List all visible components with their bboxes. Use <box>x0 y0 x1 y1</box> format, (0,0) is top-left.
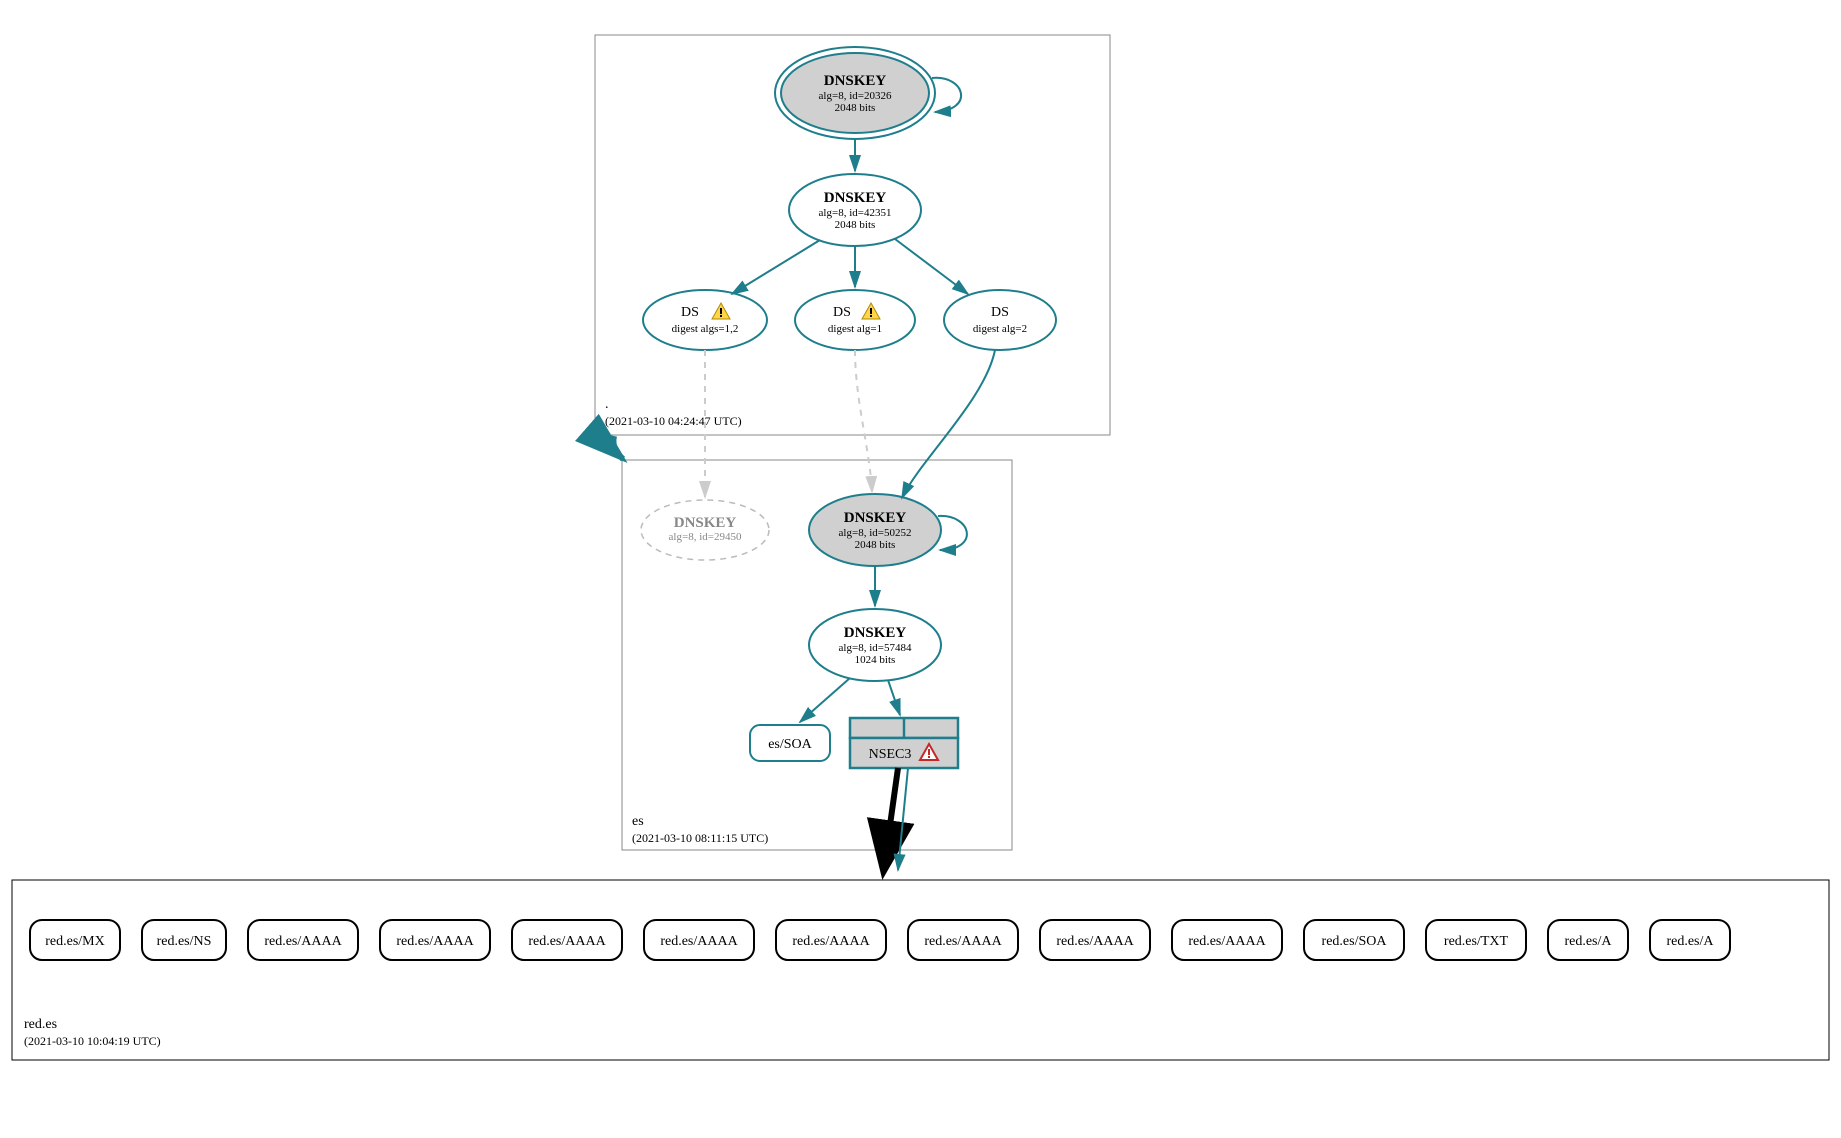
rrset-node[interactable]: red.es/AAAA <box>908 920 1018 960</box>
edge-nsec3-redes-teal <box>898 768 908 870</box>
edge-self-root-ksk <box>932 78 961 112</box>
node-es-zsk[interactable]: DNSKEY alg=8, id=57484 1024 bits <box>809 609 941 681</box>
edge-root-to-es-zone <box>613 436 623 459</box>
svg-text:red.es/AAAA: red.es/AAAA <box>792 934 870 949</box>
svg-text:DNSKEY: DNSKEY <box>844 510 907 526</box>
rrset-node[interactable]: red.es/A <box>1650 920 1730 960</box>
svg-text:red.es/AAAA: red.es/AAAA <box>528 934 606 949</box>
node-root-zsk[interactable]: DNSKEY alg=8, id=42351 2048 bits <box>789 174 921 246</box>
rrset-node[interactable]: red.es/AAAA <box>248 920 358 960</box>
zone-redes: red.es (2021-03-10 10:04:19 UTC) red.es/… <box>12 880 1829 1060</box>
rrset-node[interactable]: red.es/A <box>1548 920 1628 960</box>
svg-text:DS: DS <box>681 305 699 320</box>
edge-zsk-ds3 <box>895 239 968 294</box>
svg-text:digest algs=1,2: digest algs=1,2 <box>672 323 739 335</box>
rrset-node[interactable]: red.es/SOA <box>1304 920 1404 960</box>
zone-redes-name: red.es <box>24 1017 57 1032</box>
node-root-ksk[interactable]: DNSKEY alg=8, id=20326 2048 bits <box>775 47 935 139</box>
svg-text:red.es/AAAA: red.es/AAAA <box>264 934 342 949</box>
svg-text:red.es/NS: red.es/NS <box>157 934 212 949</box>
node-ds1[interactable]: DS digest algs=1,2 <box>643 290 767 350</box>
node-es-ksk[interactable]: DNSKEY alg=8, id=50252 2048 bits <box>809 494 941 566</box>
svg-text:red.es/TXT: red.es/TXT <box>1444 934 1509 949</box>
svg-text:digest alg=1: digest alg=1 <box>828 323 882 335</box>
svg-text:DNSKEY: DNSKEY <box>674 515 737 531</box>
svg-text:alg=8, id=42351: alg=8, id=42351 <box>819 207 892 219</box>
rrset-node[interactable]: red.es/AAAA <box>776 920 886 960</box>
svg-text:alg=8, id=20326: alg=8, id=20326 <box>819 90 892 102</box>
rrset-node[interactable]: red.es/TXT <box>1426 920 1526 960</box>
svg-text:alg=8, id=29450: alg=8, id=29450 <box>669 531 742 543</box>
edge-nsec3-redes-black <box>884 768 898 868</box>
svg-text:digest alg=2: digest alg=2 <box>973 323 1027 335</box>
rrset-node[interactable]: red.es/AAAA <box>380 920 490 960</box>
svg-text:red.es/A: red.es/A <box>1564 934 1612 949</box>
svg-text:red.es/AAAA: red.es/AAAA <box>1056 934 1134 949</box>
svg-text:DNSKEY: DNSKEY <box>824 73 887 89</box>
zone-es-name: es <box>632 814 644 829</box>
svg-text:red.es/AAAA: red.es/AAAA <box>660 934 738 949</box>
svg-text:red.es/MX: red.es/MX <box>45 934 105 949</box>
svg-text:alg=8, id=50252: alg=8, id=50252 <box>839 527 912 539</box>
svg-text:DNSKEY: DNSKEY <box>844 625 907 641</box>
node-ds3[interactable]: DS digest alg=2 <box>944 290 1056 350</box>
svg-text:DS: DS <box>833 305 851 320</box>
zone-root: . (2021-03-10 04:24:47 UTC) DNSKEY alg=8… <box>595 35 1110 435</box>
edge-self-es-ksk <box>938 516 967 550</box>
svg-text:red.es/AAAA: red.es/AAAA <box>1188 934 1266 949</box>
node-es-soa[interactable]: es/SOA <box>750 725 830 761</box>
zone-es: es (2021-03-10 08:11:15 UTC) DNSKEY alg=… <box>622 460 1012 850</box>
svg-text:es/SOA: es/SOA <box>768 737 812 752</box>
rrset-row: red.es/MX red.es/NS red.es/AAAA red.es/A… <box>30 920 1730 960</box>
rrset-node[interactable]: red.es/AAAA <box>1040 920 1150 960</box>
svg-text:red.es/SOA: red.es/SOA <box>1322 934 1388 949</box>
rrset-node[interactable]: red.es/NS <box>142 920 226 960</box>
rrset-node[interactable]: red.es/MX <box>30 920 120 960</box>
zone-redes-ts: (2021-03-10 10:04:19 UTC) <box>24 1034 161 1048</box>
svg-text:red.es/AAAA: red.es/AAAA <box>924 934 1002 949</box>
zone-es-ts: (2021-03-10 08:11:15 UTC) <box>632 831 768 845</box>
svg-text:2048 bits: 2048 bits <box>855 539 896 551</box>
svg-text:2048 bits: 2048 bits <box>835 219 876 231</box>
edge-eszsk-nsec3 <box>888 680 900 715</box>
svg-text:red.es/AAAA: red.es/AAAA <box>396 934 474 949</box>
edge-zsk-ds1 <box>732 240 820 294</box>
node-ds2[interactable]: DS digest alg=1 <box>795 290 915 350</box>
zone-root-ts: (2021-03-10 04:24:47 UTC) <box>605 414 742 428</box>
node-es-dnskey-ghost[interactable]: DNSKEY alg=8, id=29450 <box>641 500 769 560</box>
svg-text:NSEC3: NSEC3 <box>869 747 912 762</box>
svg-text:1024 bits: 1024 bits <box>855 654 896 666</box>
edge-eszsk-soa <box>800 678 850 722</box>
node-nsec3[interactable]: NSEC3 <box>850 718 958 768</box>
edge-ds3-esksk <box>902 350 995 498</box>
rrset-node[interactable]: red.es/AAAA <box>512 920 622 960</box>
rrset-node[interactable]: red.es/AAAA <box>644 920 754 960</box>
svg-text:DNSKEY: DNSKEY <box>824 190 887 206</box>
svg-text:DS: DS <box>991 305 1009 320</box>
rrset-node[interactable]: red.es/AAAA <box>1172 920 1282 960</box>
zone-root-name: . <box>605 397 609 412</box>
svg-text:alg=8, id=57484: alg=8, id=57484 <box>839 642 912 654</box>
dnssec-graph: . (2021-03-10 04:24:47 UTC) DNSKEY alg=8… <box>0 0 1841 1138</box>
svg-text:2048 bits: 2048 bits <box>835 102 876 114</box>
svg-text:red.es/A: red.es/A <box>1666 934 1714 949</box>
edge-ds2-esksk <box>855 350 872 492</box>
